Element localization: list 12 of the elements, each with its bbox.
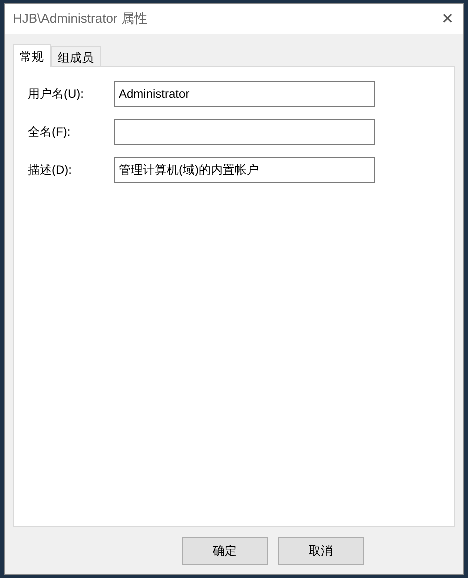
field-label: 描述(D): [28, 162, 73, 178]
input-field[interactable] [114, 119, 375, 145]
field-label: 全名(F): [28, 124, 72, 140]
window-title: HJB\Administrator 属性 [13, 10, 148, 28]
tab[interactable]: 常规 [13, 44, 51, 67]
dialog-button[interactable]: 确定 [182, 537, 268, 565]
field-label: 用户名(U): [28, 86, 85, 102]
input-field[interactable]: 管理计算机(域)的内置帐户 [114, 157, 375, 183]
dialog-button[interactable]: 取消 [278, 537, 364, 565]
tab[interactable]: 组成员 [51, 46, 101, 66]
input-field[interactable]: Administrator [114, 81, 375, 107]
close-button[interactable]: ✕ [433, 4, 463, 34]
